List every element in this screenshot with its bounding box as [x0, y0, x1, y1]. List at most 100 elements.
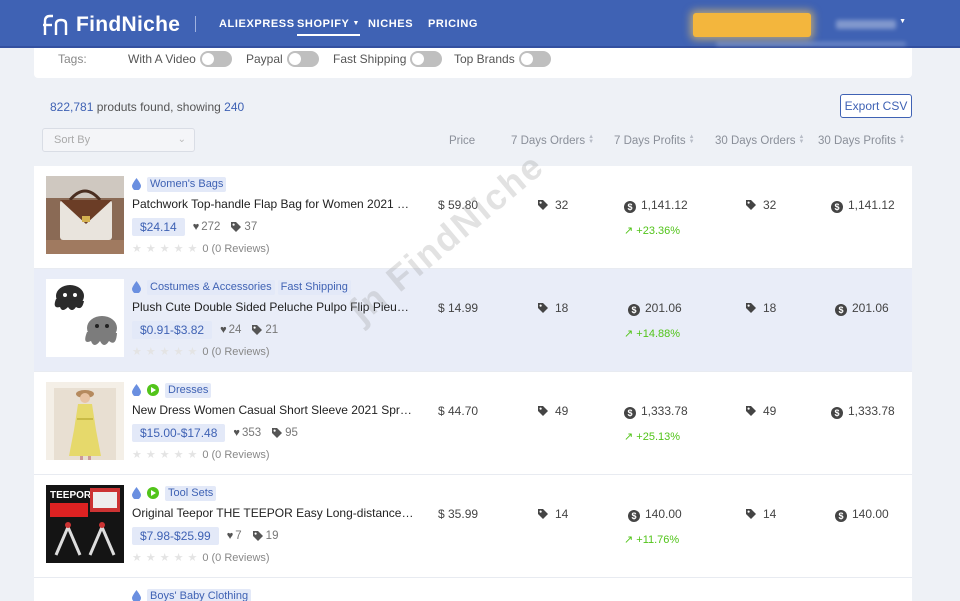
- brand-logo[interactable]: FindNiche: [42, 12, 180, 38]
- column-30d-profits[interactable]: 30 Days Profits ▲ ▼: [818, 134, 905, 147]
- price-cell: $ 14.99: [438, 301, 479, 315]
- table-row[interactable]: Women's Bags Patchwork Top-handle Flap B…: [34, 166, 912, 269]
- sort-icon: ▲ ▼: [898, 134, 905, 145]
- results-text: produts found, showing: [93, 100, 225, 114]
- category-chip[interactable]: Dresses: [165, 382, 212, 398]
- switch-control[interactable]: [518, 51, 551, 67]
- reviews-count: 0 (0 Reviews): [202, 551, 270, 564]
- profit-7d-cell: $201.06: [628, 301, 682, 316]
- category-line: Tool Sets: [132, 485, 219, 501]
- heart-icon: ♥: [220, 324, 227, 336]
- price-range: $24.14: [132, 218, 185, 236]
- dollar-icon: $: [835, 304, 847, 316]
- orders-30d-cell: 14: [745, 507, 776, 521]
- switch-control[interactable]: [199, 51, 232, 67]
- category-chip[interactable]: Costumes & Accessories: [147, 279, 275, 295]
- user-menu[interactable]: ▼: [836, 18, 906, 32]
- fast-shipping-chip[interactable]: Fast Shipping: [277, 279, 351, 295]
- nav-pricing[interactable]: PRICING: [428, 18, 478, 30]
- tag-icon: [252, 325, 263, 335]
- column-label: Price: [449, 135, 476, 147]
- category-chip[interactable]: Boys' Baby Clothing: [147, 588, 252, 601]
- sort-icon: ▲ ▼: [688, 134, 695, 145]
- product-meta: $15.00-$17.48 ♥ 353 95: [132, 424, 308, 442]
- column-7d-orders[interactable]: 7 Days Orders ▲ ▼: [511, 134, 595, 147]
- profit-7d-cell: $1,333.78: [624, 404, 688, 419]
- price-cell: $ 35.99: [438, 507, 479, 521]
- toggle-top-brands[interactable]: Top Brands: [454, 51, 551, 67]
- growth-7d: ↗ +23.36%: [624, 224, 680, 237]
- video-play-icon[interactable]: [147, 487, 159, 499]
- tags-count: 19: [265, 530, 279, 542]
- growth-7d: ↗ +14.88%: [624, 327, 680, 340]
- column-30d-orders[interactable]: 30 Days Orders ▲ ▼: [715, 134, 804, 147]
- video-play-icon[interactable]: [147, 384, 159, 396]
- product-title[interactable]: New Dress Women Casual Short Sleeve 2021…: [132, 403, 414, 417]
- nav-niches[interactable]: NICHES: [368, 18, 413, 30]
- tag-icon: [746, 406, 756, 416]
- dollar-icon: $: [831, 201, 843, 213]
- table-row[interactable]: Costumes & Accessories Fast Shipping Plu…: [34, 269, 912, 372]
- product-title[interactable]: Patchwork Top-handle Flap Bag for Women …: [132, 197, 414, 211]
- sort-icon: ▲ ▼: [588, 134, 595, 145]
- results-count: 822,781: [50, 100, 94, 114]
- growth-7d-value: +25.13%: [636, 431, 681, 443]
- orders-7d-cell: 32: [537, 198, 568, 212]
- orders-7d-cell: 49: [537, 404, 568, 418]
- toggle-label: With A Video: [128, 52, 196, 66]
- tags-count: 21: [265, 324, 279, 336]
- product-meta: $24.14 ♥ 272 37: [132, 218, 267, 236]
- tag-icon: [746, 303, 756, 313]
- toggle-with-video[interactable]: With A Video: [128, 51, 232, 67]
- dress-image: [46, 382, 124, 460]
- results-summary: 822,781 produts found, showing 240: [50, 100, 244, 114]
- table-row[interactable]: Dresses New Dress Women Casual Short Sle…: [34, 372, 912, 475]
- product-title[interactable]: Plush Cute Double Sided Peluche Pulpo Fl…: [132, 300, 414, 314]
- column-label: 30 Days Profits: [818, 135, 896, 147]
- orders-30d-cell: 49: [745, 404, 776, 418]
- bag-image: [46, 176, 124, 254]
- star-rating-icon: ★★★★★: [132, 449, 202, 461]
- tag-icon: [746, 509, 756, 519]
- profit-30d-value: 1,141.12: [848, 198, 895, 212]
- switch-control[interactable]: [286, 51, 319, 67]
- water-drop-icon: [132, 384, 141, 396]
- tag-icon: [538, 200, 548, 210]
- rating: ★★★★★ 0 (0 Reviews): [132, 345, 270, 359]
- orders-30d-cell: 18: [745, 301, 776, 315]
- column-price[interactable]: Price: [449, 135, 475, 147]
- profit-7d-value: 140.00: [645, 507, 682, 521]
- switch-control[interactable]: [410, 51, 443, 67]
- product-image[interactable]: [46, 279, 124, 357]
- nav-aliexpress[interactable]: ALIEXPRESS: [219, 18, 295, 30]
- category-chip[interactable]: Tool Sets: [165, 485, 217, 501]
- category-chip[interactable]: Women's Bags: [147, 176, 227, 192]
- orders-7d-cell: 14: [537, 507, 568, 521]
- column-label: 30 Days Orders: [715, 135, 796, 147]
- product-image[interactable]: [46, 176, 124, 254]
- orders-7d-value: 49: [555, 404, 569, 418]
- column-label: 7 Days Orders: [511, 135, 586, 147]
- dollar-icon: $: [628, 510, 640, 522]
- sort-by-select[interactable]: Sort By ⌄: [42, 128, 195, 152]
- trend-up-icon: ↗: [624, 225, 637, 237]
- export-csv-button[interactable]: Export CSV: [840, 94, 912, 118]
- price-range: $15.00-$17.48: [132, 424, 226, 442]
- upgrade-button[interactable]: [693, 13, 811, 37]
- toggle-fast-shipping[interactable]: Fast Shipping: [333, 51, 443, 67]
- toggle-label: Fast Shipping: [333, 52, 407, 66]
- table-row[interactable]: Boys' Baby Clothing: [34, 578, 912, 601]
- likes-count: 24: [228, 324, 242, 336]
- product-image[interactable]: [46, 382, 124, 460]
- product-image[interactable]: TEEPOR: [46, 485, 124, 563]
- column-7d-profits[interactable]: 7 Days Profits ▲ ▼: [614, 134, 695, 147]
- orders-7d-value: 18: [555, 301, 569, 315]
- profit-30d-value: 201.06: [852, 301, 889, 315]
- star-rating-icon: ★★★★★: [132, 552, 202, 564]
- toggle-paypal[interactable]: Paypal: [246, 51, 319, 67]
- table-row[interactable]: TEEPOR Tool Sets Original Teepor THE TEE…: [34, 475, 912, 578]
- nav-shopify[interactable]: SHOPIFY ▼: [297, 18, 361, 36]
- threader-tool-image: TEEPOR: [46, 485, 124, 563]
- reviews-count: 0 (0 Reviews): [202, 448, 270, 461]
- product-title[interactable]: Original Teepor THE TEEPOR Easy Long-dis…: [132, 506, 414, 520]
